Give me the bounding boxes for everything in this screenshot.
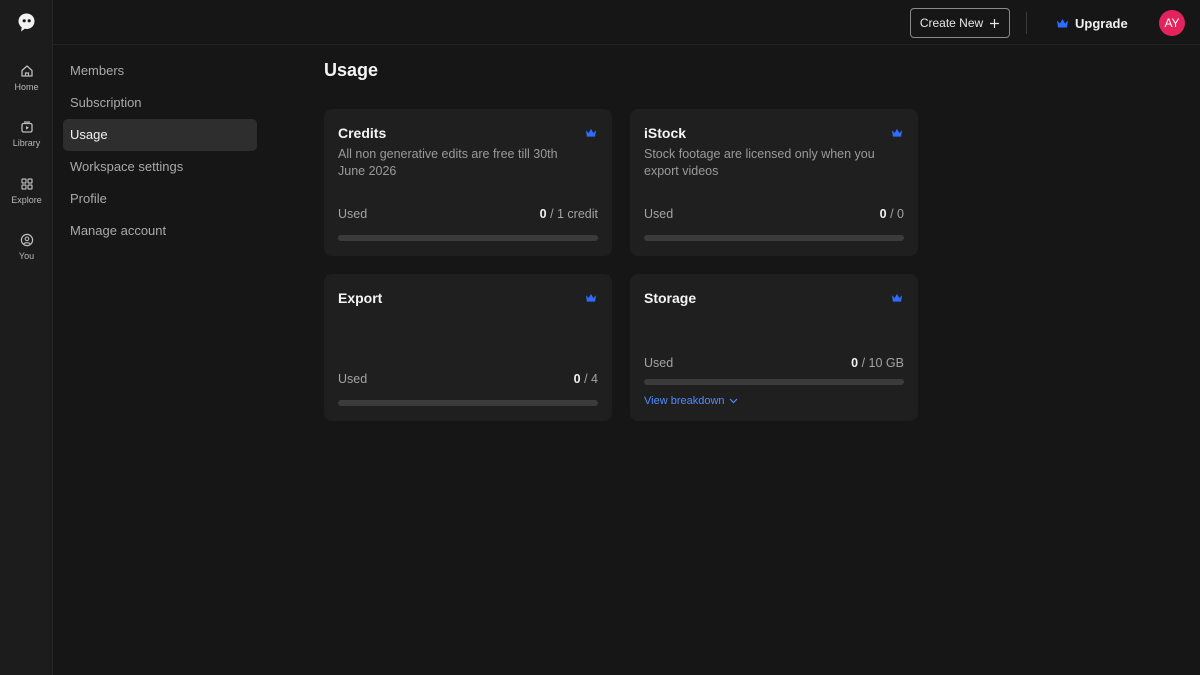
divider [1026, 12, 1027, 34]
used-value: 0 / 1 credit [540, 207, 598, 221]
used-count: 0 [851, 356, 859, 370]
used-count: 0 [879, 207, 887, 221]
upgrade-button[interactable]: Upgrade [1056, 14, 1128, 32]
rail-item-label: Library [12, 138, 41, 148]
rail-item-label: Home [14, 82, 39, 92]
used-label: Used [338, 372, 368, 386]
left-rail: Home Library Explore You [0, 0, 53, 675]
card-description: Stock footage are licensed only when you… [644, 147, 875, 178]
card-title: Credits [338, 125, 387, 141]
view-breakdown-link[interactable]: View breakdown [644, 395, 738, 407]
used-count: 0 [573, 372, 581, 386]
usage-progress-bar [644, 379, 904, 385]
create-new-label: Create New [919, 16, 984, 30]
card-title: iStock [644, 125, 687, 141]
rail-item-home[interactable]: Home [0, 64, 53, 92]
used-limit: / 1 credit [550, 207, 598, 221]
library-icon [20, 121, 33, 133]
usage-card-storage: Storage Used 0 / 10 GB View breakdown [630, 274, 918, 421]
usage-card-credits: Credits All non generative edits are fre… [324, 109, 612, 256]
used-value: 0 / 10 GB [851, 356, 904, 370]
usage-progress-bar [338, 235, 598, 241]
crown-icon [586, 293, 596, 302]
rail-item-explore[interactable]: Explore [0, 177, 53, 205]
used-label: Used [644, 207, 674, 221]
user-circle-icon [20, 233, 33, 247]
grid-icon [20, 178, 33, 190]
card-title: Export [338, 290, 383, 306]
crown-icon [586, 128, 596, 137]
settings-nav-subscription[interactable]: Subscription [63, 87, 257, 119]
rail-item-library[interactable]: Library [0, 120, 53, 148]
app-logo-icon[interactable] [16, 12, 37, 33]
rail-item-label: Explore [11, 195, 42, 205]
settings-nav-manage-account[interactable]: Manage account [63, 215, 257, 247]
plus-icon [990, 18, 1000, 28]
used-limit: / 10 GB [861, 356, 904, 370]
settings-nav-workspace-settings[interactable]: Workspace settings [63, 151, 257, 183]
top-bar: Create New Upgrade AY [53, 0, 1200, 45]
crown-icon [892, 128, 902, 137]
chevron-down-icon [729, 398, 737, 404]
home-icon [20, 65, 33, 77]
used-limit: / 4 [584, 372, 598, 386]
settings-nav: Members Subscription Usage Workspace set… [63, 55, 257, 247]
settings-nav-usage[interactable]: Usage [63, 119, 257, 151]
used-label: Used [644, 356, 674, 370]
rail-item-you[interactable]: You [0, 233, 53, 261]
used-count: 0 [539, 207, 547, 221]
settings-nav-profile[interactable]: Profile [63, 183, 257, 215]
card-description: All non generative edits are free till 3… [338, 147, 558, 178]
avatar[interactable]: AY [1159, 10, 1185, 36]
crown-icon [892, 293, 902, 302]
used-label: Used [338, 207, 368, 221]
usage-card-istock: iStock Stock footage are licensed only w… [630, 109, 918, 256]
create-new-button[interactable]: Create New [910, 8, 1010, 38]
page-title: Usage [324, 60, 379, 80]
usage-progress-bar [644, 235, 904, 241]
avatar-initials: AY [1164, 16, 1180, 30]
usage-progress-bar [338, 400, 598, 406]
upgrade-label: Upgrade [1075, 15, 1128, 31]
view-breakdown-label: View breakdown [644, 395, 725, 407]
rail-item-label: You [18, 251, 35, 261]
used-value: 0 / 0 [880, 207, 904, 221]
settings-nav-members[interactable]: Members [63, 55, 257, 87]
used-limit: / 0 [890, 207, 904, 221]
card-title: Storage [644, 290, 697, 306]
crown-icon [1057, 18, 1068, 27]
usage-card-export: Export Used 0 / 4 [324, 274, 612, 421]
used-value: 0 / 4 [574, 372, 598, 386]
